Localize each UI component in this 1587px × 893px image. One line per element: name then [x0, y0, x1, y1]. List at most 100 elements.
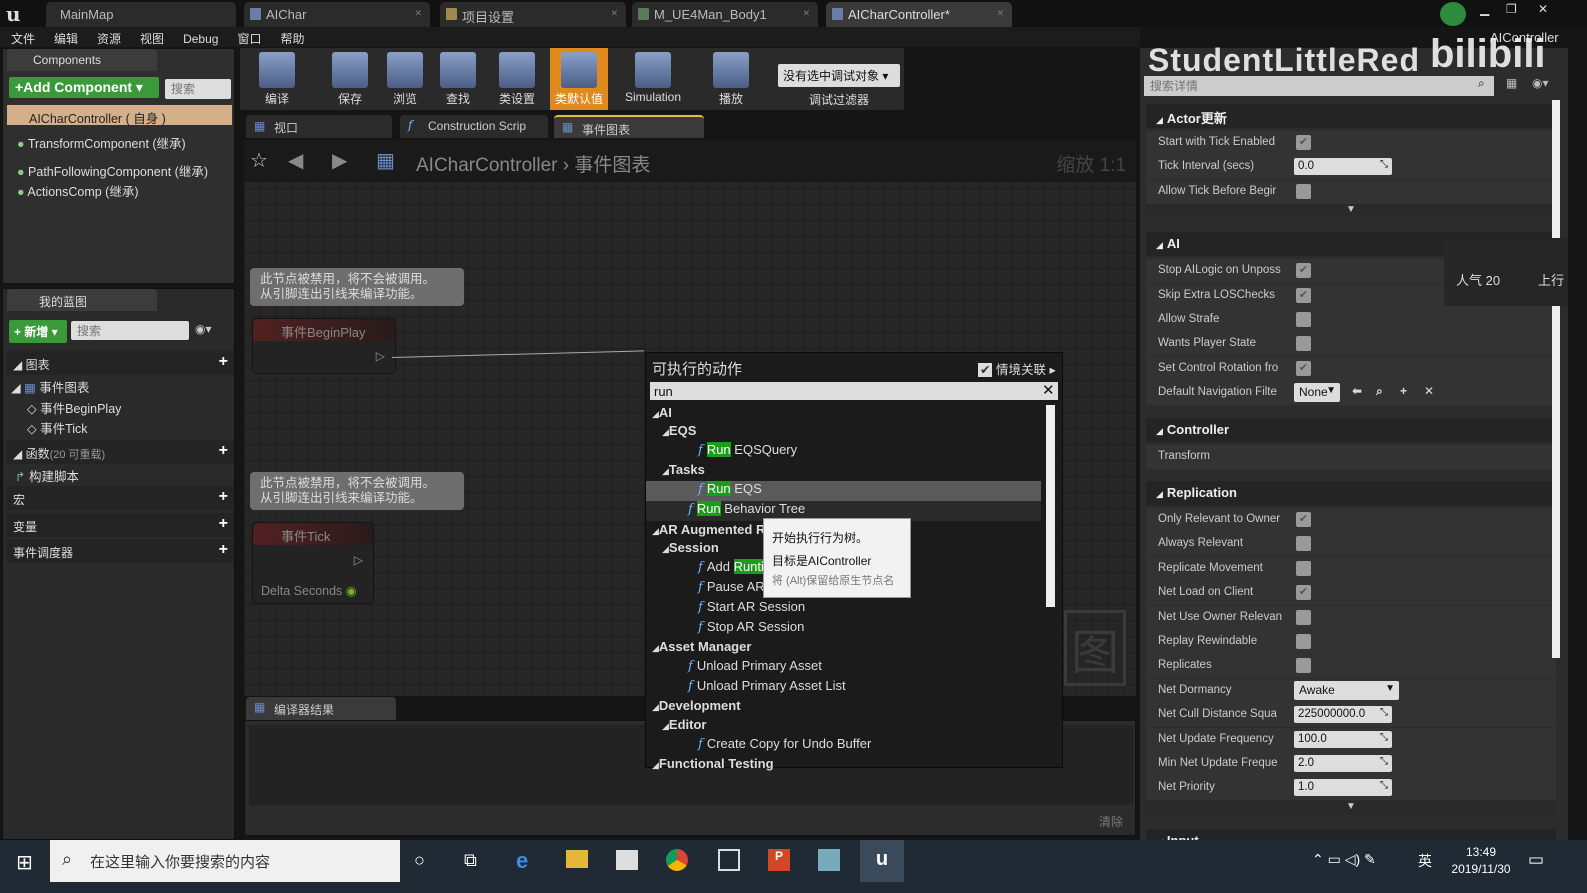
breadcrumb-root[interactable]: AICharController	[416, 155, 558, 176]
action-item[interactable]: f Start AR Session	[646, 599, 1041, 619]
property-dropdown[interactable]: Awake ▼	[1294, 680, 1399, 700]
advanced-expand-icon[interactable]: ▼	[1146, 204, 1556, 219]
add-macro-icon[interactable]: +	[219, 488, 228, 506]
action-item[interactable]: f Run EQS	[646, 481, 1041, 501]
close-icon[interactable]: ✕	[996, 8, 1004, 19]
property-number-input[interactable]: 225000000.0 ⤡	[1294, 706, 1392, 724]
property-checkbox[interactable]: ✔	[1296, 287, 1311, 303]
add-icon[interactable]: +	[1400, 384, 1407, 398]
action-list-scrollbar[interactable]	[1046, 405, 1055, 607]
favorite-star-icon[interactable]: ☆	[250, 148, 268, 173]
add-graph-icon[interactable]: +	[219, 353, 228, 371]
section-macros[interactable]: 宏 +	[7, 486, 234, 510]
property-number-input[interactable]: 2.0 ⤡	[1294, 755, 1392, 772]
section-graphs[interactable]: ◢ 图表 +	[7, 351, 234, 375]
clear-icon[interactable]: ✕	[1424, 384, 1434, 398]
property-checkbox[interactable]: ✔	[1296, 512, 1311, 527]
window-tab-aichar[interactable]: AIChar ✕	[244, 2, 430, 27]
maximize-button[interactable]: ❐	[1506, 2, 1517, 16]
edge-icon[interactable]: e	[516, 848, 528, 874]
my-blueprint-tab[interactable]: 我的蓝图	[7, 289, 157, 311]
tab-compiler-results[interactable]: ▦ 编译器结果	[246, 697, 396, 720]
clear-button[interactable]: 清除	[1099, 813, 1123, 830]
action-category[interactable]: ◢Functional Testing	[646, 756, 1041, 776]
property-number-input[interactable]: 1.0 ⤡	[1294, 779, 1392, 797]
details-section-actor-[interactable]: ◢ Actor更新	[1146, 104, 1556, 128]
menu-debug[interactable]: Debug	[172, 29, 226, 46]
add-dispatcher-icon[interactable]: +	[219, 541, 228, 559]
drag-spin-icon[interactable]: ⤡	[1380, 707, 1388, 718]
windows-start-icon[interactable]: ⊞	[16, 850, 33, 875]
property-checkbox[interactable]: ✔	[1296, 585, 1311, 601]
section-variables[interactable]: 变量 +	[7, 513, 234, 537]
class-defaults-button[interactable]: 类默认值	[550, 48, 608, 110]
powerpoint-icon[interactable]: P	[768, 849, 790, 871]
exec-pin[interactable]: ▷	[354, 553, 363, 567]
add-function-icon[interactable]: +	[219, 442, 228, 460]
tab-viewport[interactable]: ▦ 视口	[246, 115, 392, 138]
components-tab[interactable]: Components	[7, 49, 157, 71]
property-checkbox[interactable]	[1296, 536, 1311, 552]
app-icon[interactable]	[718, 849, 740, 871]
action-item[interactable]: f Unload Primary Asset List	[646, 678, 1041, 698]
window-tab-mainmap[interactable]: MainMap	[46, 2, 236, 27]
window-tab-project-settings[interactable]: 项目设置 ✕	[440, 2, 626, 27]
browse-icon[interactable]: ⌕	[1376, 384, 1383, 399]
action-category[interactable]: ◢Editor	[646, 717, 1041, 737]
menu-asset[interactable]: 资源	[86, 27, 129, 47]
task-view-icon[interactable]: ⧉	[464, 850, 477, 871]
class-settings-button[interactable]: 类设置	[488, 48, 546, 110]
close-icon[interactable]: ✕	[610, 8, 618, 19]
property-checkbox[interactable]	[1296, 658, 1311, 674]
property-checkbox[interactable]	[1296, 183, 1311, 199]
debug-object-select[interactable]: 没有选中调试对象 ▾	[778, 64, 900, 87]
delta-seconds-pin[interactable]: Delta Seconds ◉	[261, 583, 357, 598]
store-icon[interactable]	[616, 850, 638, 870]
visibility-eye-icon[interactable]: ◉▾	[1532, 76, 1549, 90]
event-beginplay-node[interactable]: 事件BeginPlay ▷	[252, 318, 396, 374]
menu-edit[interactable]: 编辑	[43, 27, 86, 47]
action-category[interactable]: ◢Tasks	[646, 462, 1041, 482]
menu-window[interactable]: 窗口	[226, 27, 269, 47]
use-selected-arrow-icon[interactable]: ⬅	[1352, 384, 1362, 398]
forward-arrow-icon[interactable]: ▶	[332, 148, 347, 173]
property-checkbox[interactable]	[1296, 634, 1311, 649]
section-event-dispatchers[interactable]: 事件调度器 +	[7, 539, 234, 563]
details-scrollbar[interactable]	[1552, 100, 1560, 658]
back-arrow-icon[interactable]: ◀	[288, 148, 303, 173]
action-category[interactable]: ◢Development	[646, 698, 1041, 718]
section-functions[interactable]: ◢ 函数(20 可重载) +	[7, 440, 234, 464]
minimize-button[interactable]: ▁	[1480, 2, 1489, 16]
unreal-taskbar-icon[interactable]: u	[860, 840, 904, 882]
taskbar-search[interactable]: ⌕ 在这里输入你要搜索的内容	[50, 840, 400, 882]
graph-item-event-graph[interactable]: ◢ ▦ 事件图表	[11, 377, 89, 396]
action-item[interactable]: f Unload Primary Asset	[646, 658, 1041, 678]
browse-button[interactable]: 浏览	[382, 48, 428, 110]
notifications-icon[interactable]: ▭	[1528, 850, 1544, 870]
file-explorer-icon[interactable]	[566, 850, 588, 868]
blueprint-search-input[interactable]	[71, 321, 189, 340]
play-button[interactable]: 播放	[700, 48, 762, 110]
chrome-icon[interactable]	[666, 849, 688, 871]
compile-button[interactable]: 编译	[242, 48, 312, 110]
property-number-input[interactable]: 100.0 ⤡	[1294, 730, 1392, 748]
menu-help[interactable]: 帮助	[269, 27, 312, 47]
drag-spin-icon[interactable]: ⤡	[1380, 159, 1388, 170]
property-checkbox[interactable]	[1296, 312, 1311, 327]
function-item-construction-script[interactable]: ↱ 构建脚本	[15, 466, 79, 485]
window-tab-aicharcontroller[interactable]: AICharController* ✕	[826, 2, 1012, 27]
action-item[interactable]: f Create Copy for Undo Buffer	[646, 736, 1041, 756]
source-control-icon[interactable]	[1440, 2, 1466, 26]
clock[interactable]: 13:49 2019/11/30	[1446, 844, 1516, 878]
graph-item-tick[interactable]: ◇ 事件Tick	[27, 418, 88, 437]
menu-view[interactable]: 视图	[129, 27, 172, 47]
window-tab-material[interactable]: M_UE4Man_Body1 ✕	[632, 2, 818, 27]
action-category[interactable]: ◢AI	[646, 405, 1041, 425]
add-component-button[interactable]: +Add Component ▾	[9, 77, 159, 98]
property-number-input[interactable]: 0.0 ⤡	[1294, 158, 1392, 176]
context-sensitive-checkbox[interactable]: ✔ 情境关联 ▸	[978, 359, 1056, 378]
details-section-replication[interactable]: ◢ Replication	[1146, 481, 1556, 505]
close-icon[interactable]: ✕	[802, 8, 810, 19]
component-item-self[interactable]: AICharController ( 自身 )	[7, 105, 232, 126]
drag-spin-icon[interactable]: ⤡	[1380, 756, 1388, 767]
